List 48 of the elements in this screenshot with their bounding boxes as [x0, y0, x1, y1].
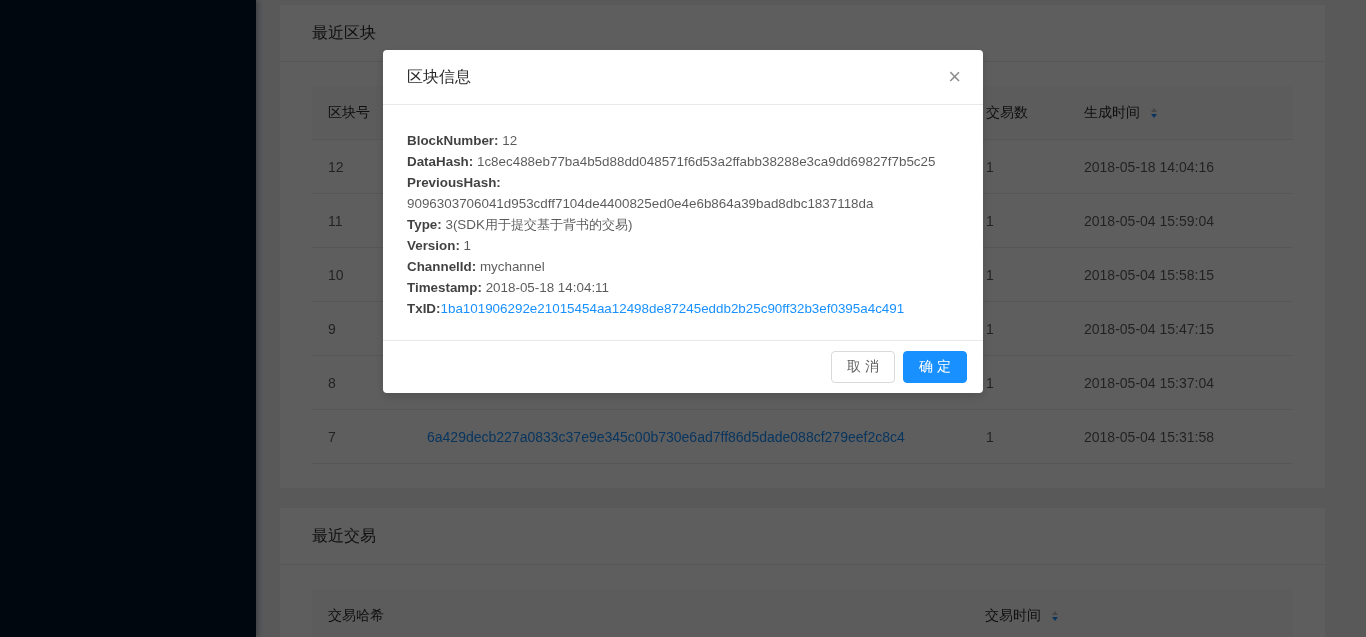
hash-link[interactable]: 6a429decb227a0833c37e9e345c00b730e6ad7ff86d5dade088cf279eef2c8c4 — [427, 428, 905, 445]
block-number: 12 — [328, 158, 344, 175]
field-label: BlockNumber: — [407, 133, 499, 148]
transaction-count: 1 — [986, 428, 994, 445]
field-value: 9096303706041d953cdff7104de4400825ed0e4e6b864a39bad8dbc1837118da — [407, 196, 874, 211]
modal-title: 区块信息 — [407, 66, 471, 87]
field-value: 3(SDK用于提交基于背书的交易) — [445, 217, 633, 232]
sort-icon[interactable] — [1150, 106, 1158, 119]
field-label: Version: — [407, 238, 460, 253]
field-label: ChannelId: — [407, 259, 477, 274]
column-header[interactable]: 生成时间 — [1084, 103, 1140, 122]
timestamp: 2018-05-04 15:47:15 — [1084, 320, 1214, 337]
field-label: DataHash: — [407, 154, 474, 169]
column-header[interactable]: 交易哈希 — [328, 606, 384, 625]
confirm-button[interactable]: 确 定 — [903, 351, 967, 383]
card-title: 最近区块 — [312, 22, 376, 43]
field-value: 12 — [502, 133, 518, 148]
block-number: 10 — [328, 266, 344, 283]
timestamp: 2018-05-04 15:58:15 — [1084, 266, 1214, 283]
transaction-count: 1 — [986, 320, 994, 337]
transaction-link[interactable]: 1ba101906292e21015454aa12498de87245eddb2b25c90ff32b3ef0395a4c491 — [440, 301, 905, 316]
field-label: Type: — [407, 217, 442, 232]
close-button[interactable]: × — [942, 64, 967, 90]
block-number: 9 — [328, 320, 336, 337]
transaction-count: 1 — [986, 158, 994, 175]
block-number: 11 — [328, 212, 343, 229]
transaction-count: 1 — [986, 212, 994, 229]
column-header[interactable]: 交易数 — [986, 103, 1028, 122]
field-label: TxID: — [407, 301, 441, 316]
block-number: 7 — [328, 428, 336, 445]
field-value: 2018-05-18 14:04:11 — [485, 280, 609, 295]
field-label: PreviousHash: — [407, 175, 501, 190]
field-value: 1 — [463, 238, 472, 253]
transaction-count: 1 — [986, 266, 994, 283]
transaction-count: 1 — [986, 374, 994, 391]
column-header[interactable]: 交易时间 — [985, 606, 1041, 625]
timestamp: 2018-05-04 15:37:04 — [1084, 374, 1214, 391]
field-label: Timestamp: — [407, 280, 482, 295]
timestamp: 2018-05-04 15:59:04 — [1084, 212, 1214, 229]
block-number: 8 — [328, 374, 336, 391]
column-header[interactable]: 区块号 — [328, 103, 370, 122]
sort-icon[interactable] — [1051, 609, 1059, 622]
cancel-button[interactable]: 取 消 — [831, 351, 896, 383]
field-value: mychannel — [479, 259, 545, 274]
timestamp: 2018-05-04 15:31:58 — [1084, 428, 1214, 445]
card-title: 最近交易 — [312, 525, 376, 546]
timestamp: 2018-05-18 14:04:16 — [1084, 158, 1214, 175]
field-value: 1c8ec488eb77ba4b5d88dd048571f6d53a2ffabb38288e3ca9dd69827f7b5c25 — [476, 154, 936, 169]
